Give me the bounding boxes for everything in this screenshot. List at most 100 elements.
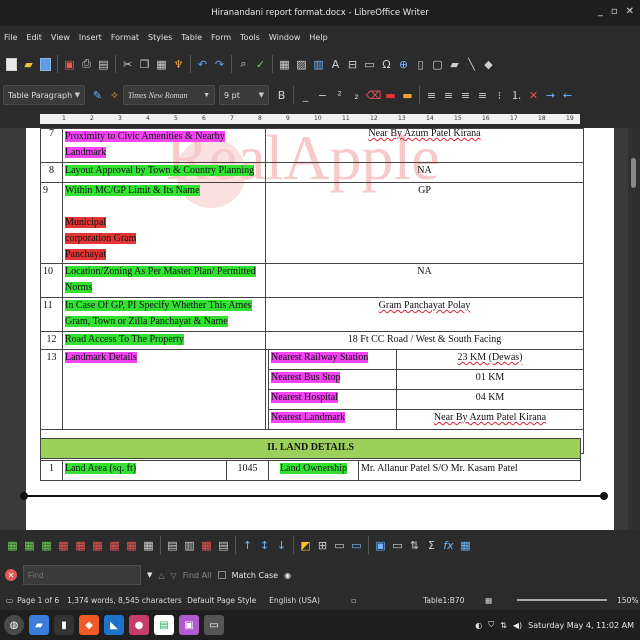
find-next-icon[interactable]: ▽ bbox=[171, 571, 177, 580]
sub-value[interactable]: 23 KM (Dewas) bbox=[396, 349, 584, 370]
insert-rows-below-icon[interactable]: ▦ bbox=[72, 535, 89, 555]
border-color-icon[interactable]: ▭ bbox=[348, 535, 365, 555]
align-right-icon[interactable]: ≡ bbox=[457, 85, 474, 105]
word-count[interactable]: 1,374 words, 8,545 characters bbox=[67, 596, 187, 605]
find-input[interactable] bbox=[23, 565, 141, 585]
clone-format-icon[interactable]: ♆ bbox=[170, 54, 187, 74]
align-center-icon[interactable]: ≡ bbox=[440, 85, 457, 105]
files-app-icon[interactable]: ▰ bbox=[29, 615, 49, 635]
align-bottom-icon[interactable]: ↓ bbox=[273, 535, 290, 555]
hyperlink-icon[interactable]: ⊕ bbox=[395, 54, 412, 74]
split-table-icon[interactable]: ▦ bbox=[198, 535, 215, 555]
bold-icon[interactable]: B bbox=[273, 85, 290, 105]
open-folder-icon[interactable]: ▰ bbox=[20, 54, 37, 74]
row-label[interactable]: In Case Of GP, PI Specify Whether This A… bbox=[62, 297, 266, 332]
merge-cells-icon[interactable]: ▤ bbox=[164, 535, 181, 555]
menu-form[interactable]: Form bbox=[211, 33, 231, 42]
close-icon[interactable]: ✕ bbox=[626, 6, 634, 17]
borders-icon[interactable]: ⊞ bbox=[314, 535, 331, 555]
align-center-vertical-icon[interactable]: ↕ bbox=[256, 535, 273, 555]
font-size-select[interactable]: 9 pt ▼ bbox=[219, 85, 269, 105]
superscript-icon[interactable]: ² bbox=[331, 85, 348, 105]
special-character-icon[interactable]: Ω bbox=[378, 54, 395, 74]
select-table-icon[interactable]: ▦ bbox=[140, 535, 157, 555]
clear-format-icon[interactable]: ⌫ bbox=[365, 85, 382, 105]
table-style-icon[interactable]: ▦ bbox=[38, 535, 55, 555]
sum-icon[interactable]: Σ bbox=[423, 535, 440, 555]
print-preview-icon[interactable]: ▤ bbox=[95, 54, 112, 74]
sub-value[interactable]: 04 KM bbox=[396, 389, 584, 410]
menu-table[interactable]: Table bbox=[181, 33, 202, 42]
row-label[interactable]: Within MC/GP Limit & Its Name Municipal … bbox=[62, 182, 266, 264]
row-label[interactable]: Layout Approval by Town & Country Planni… bbox=[62, 162, 266, 183]
delete-rows-icon[interactable]: ▦ bbox=[106, 535, 123, 555]
ownership-label[interactable]: Land Ownership bbox=[268, 460, 359, 481]
insert-image-icon[interactable]: ▨ bbox=[293, 54, 310, 74]
scrollbar-thumb[interactable] bbox=[631, 158, 636, 188]
row-value[interactable]: NA bbox=[265, 162, 584, 183]
vertical-scrollbar[interactable] bbox=[628, 128, 640, 530]
land-area-value[interactable]: 1045 bbox=[226, 460, 269, 481]
menu-tools[interactable]: Tools bbox=[240, 33, 260, 42]
land-details-table[interactable]: II. LAND DETAILS 1 Land Area (sq. ft) 10… bbox=[40, 438, 581, 481]
track-changes-icon[interactable]: ▰ bbox=[446, 54, 463, 74]
menu-styles[interactable]: Styles bbox=[148, 33, 172, 42]
insert-caption-icon[interactable]: ▭ bbox=[389, 535, 406, 555]
sub-label[interactable]: Nearest Railway Station bbox=[268, 349, 397, 370]
highlight-color-icon[interactable]: ▬ bbox=[399, 85, 416, 105]
zoom-slider[interactable] bbox=[517, 599, 608, 601]
close-find-icon[interactable]: ✕ bbox=[5, 569, 17, 581]
shield-icon[interactable]: ⛉ bbox=[488, 620, 494, 630]
insert-rows-above-icon[interactable]: ▦ bbox=[55, 535, 72, 555]
underline-icon[interactable]: _ bbox=[297, 85, 314, 105]
undo-icon[interactable]: ↶ bbox=[194, 54, 211, 74]
export-pdf-icon[interactable]: ▣ bbox=[61, 54, 78, 74]
chevron-down-icon[interactable]: ▼ bbox=[147, 571, 152, 579]
save-icon[interactable] bbox=[37, 54, 54, 74]
basic-shapes-icon[interactable]: ◆ bbox=[480, 54, 497, 74]
split-cells-icon[interactable]: ▥ bbox=[181, 535, 198, 555]
terminal-app-icon[interactable]: ▮ bbox=[54, 615, 74, 635]
strikethrough-icon[interactable]: − bbox=[314, 85, 331, 105]
sub-value[interactable]: 01 KM bbox=[396, 369, 584, 390]
new-style-icon[interactable]: ✧ bbox=[106, 85, 123, 105]
number-format-icon[interactable]: ▣ bbox=[372, 535, 389, 555]
network-icon[interactable]: ⇅ bbox=[500, 621, 507, 630]
minimize-icon[interactable]: _ bbox=[598, 6, 603, 17]
font-color-icon[interactable]: ▬ bbox=[382, 85, 399, 105]
insert-pagebreak-icon[interactable]: ⊟ bbox=[344, 54, 361, 74]
row-label[interactable]: Landmark Details bbox=[62, 349, 266, 430]
formula-icon[interactable]: fx bbox=[440, 535, 457, 555]
table-properties-icon[interactable]: ▦ bbox=[457, 535, 474, 555]
section-header[interactable]: II. LAND DETAILS bbox=[40, 438, 581, 459]
app-icon[interactable]: ▭ bbox=[204, 615, 224, 635]
border-style-icon[interactable]: ▭ bbox=[331, 535, 348, 555]
align-left-icon[interactable]: ≡ bbox=[423, 85, 440, 105]
view-layout-icon[interactable]: ▦ bbox=[485, 596, 517, 605]
copy-icon[interactable]: ❐ bbox=[136, 54, 153, 74]
cell-background-icon[interactable]: ◩ bbox=[297, 535, 314, 555]
menu-format[interactable]: Format bbox=[111, 33, 139, 42]
decrease-indent-icon[interactable]: ← bbox=[559, 85, 576, 105]
selection-mode-icon[interactable]: ▫ bbox=[351, 596, 423, 605]
sticky-notes-icon[interactable]: ▣ bbox=[179, 615, 199, 635]
sub-label[interactable]: Nearest Landmark bbox=[268, 409, 397, 430]
new-document-icon[interactable] bbox=[3, 54, 20, 74]
brave-browser-icon[interactable]: ◆ bbox=[79, 615, 99, 635]
bullets-icon[interactable]: ⁝ bbox=[491, 85, 508, 105]
row-label[interactable]: Proximity to Civic Amenities & Nearby La… bbox=[62, 128, 266, 163]
row-value[interactable]: NA bbox=[265, 263, 584, 298]
menu-view[interactable]: View bbox=[51, 33, 70, 42]
insert-table-icon[interactable]: ▦ bbox=[4, 535, 21, 555]
menu-insert[interactable]: Insert bbox=[79, 33, 102, 42]
no-list-icon[interactable]: ✕ bbox=[525, 85, 542, 105]
insert-columns-icon[interactable]: ▦ bbox=[89, 535, 106, 555]
insert-field-icon[interactable]: ▭ bbox=[361, 54, 378, 74]
writer-app-icon[interactable]: ▤ bbox=[154, 615, 174, 635]
menu-window[interactable]: Window bbox=[269, 33, 301, 42]
sort-icon[interactable]: ⇅ bbox=[406, 535, 423, 555]
row-value[interactable]: Near By Azum Patel Kirana bbox=[265, 128, 584, 163]
line-icon[interactable]: ╲ bbox=[463, 54, 480, 74]
row-label[interactable]: Location/Zoning As Per Master Plan/ Perm… bbox=[62, 263, 266, 298]
menu-help[interactable]: Help bbox=[309, 33, 327, 42]
